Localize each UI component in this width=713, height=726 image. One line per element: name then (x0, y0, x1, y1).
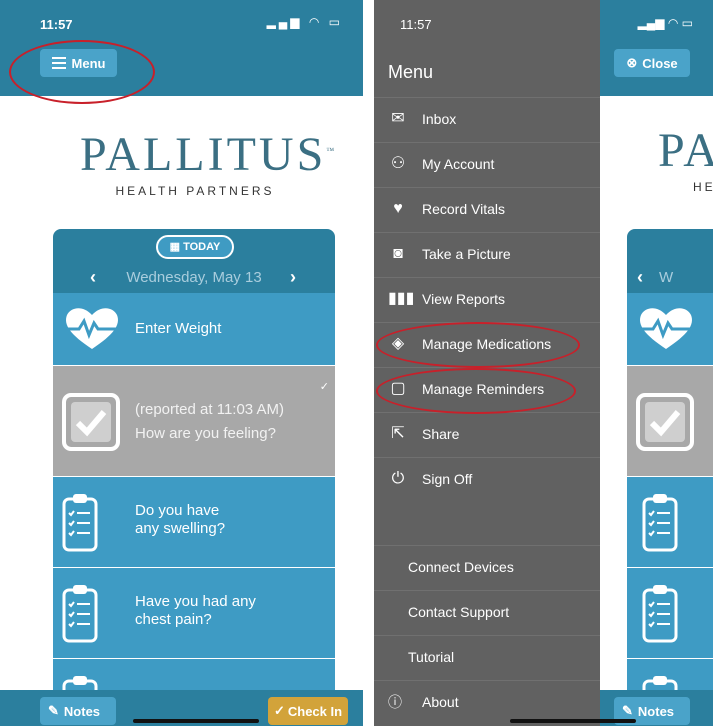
envelope-icon: ✉ (391, 110, 405, 127)
clipboard-icon (642, 494, 678, 552)
menu-item-label: Inbox (422, 111, 457, 127)
home-indicator (510, 719, 636, 723)
clipboard-icon (62, 494, 98, 552)
menu-item-label: Tutorial (408, 649, 455, 665)
peek-row-partial[interactable] (627, 659, 713, 690)
menu-item-sign-off[interactable]: ⏻ Sign Off (374, 457, 600, 502)
annotation-circle-menu (9, 40, 155, 104)
logo-name: PALLITUS™ (80, 128, 338, 181)
status-time: 11:57 (400, 17, 432, 32)
menu-item-take-picture[interactable]: ◙ Take a Picture (374, 232, 600, 277)
menu-item-contact-support[interactable]: Contact Support (374, 590, 600, 635)
main-screen-peek: ▂▄▆ ◠ ▭ ⊗ Close PA HE ‹ W ✎ Notes (600, 0, 713, 726)
task-row-swelling[interactable]: Do you have any swelling? (53, 477, 335, 568)
clipboard-icon (642, 585, 678, 643)
menu-item-share[interactable]: ⇱ Share (374, 412, 600, 457)
close-button[interactable]: ⊗ Close (614, 49, 690, 77)
drawer-title: Menu (388, 62, 434, 82)
task-label-line2: chest pain? (135, 611, 212, 628)
peek-logo-sub: HE (693, 180, 713, 194)
edit-icon: ✎ (48, 703, 59, 718)
menu-item-label: View Reports (422, 291, 506, 307)
next-day-arrow[interactable]: › (290, 267, 296, 288)
clipboard-icon (62, 585, 98, 643)
close-button-label: Close (642, 55, 678, 71)
clipboard-icon (642, 676, 678, 690)
menu-item-tutorial[interactable]: Tutorial (374, 635, 600, 680)
user-icon: ⚇ (390, 155, 406, 172)
status-bar: 11:57 ▂▄▆ ◠ ▭ (0, 0, 363, 44)
menu-item-label: Contact Support (408, 604, 510, 620)
done-check-icon: ✓ (319, 381, 329, 393)
menu-item-label: Sign Off (422, 471, 473, 487)
prev-day-arrow[interactable]: ‹ (637, 267, 643, 288)
camera-icon: ◙ (393, 245, 403, 262)
daily-checkin-card: ▦ TODAY ‹ Wednesday, May 13 › Enter Weig… (53, 229, 335, 726)
notes-button-label: Notes (63, 703, 101, 719)
menu-item-label: Take a Picture (422, 246, 511, 262)
checkbox-icon (636, 393, 694, 451)
heart-pulse-icon (66, 308, 118, 349)
peek-row-feeling[interactable] (627, 366, 713, 477)
edit-icon: ✎ (622, 703, 633, 718)
menu-item-label: Connect Devices (408, 559, 514, 575)
menu-item-label: My Account (422, 156, 495, 172)
menu-item-connect-devices[interactable]: Connect Devices (374, 545, 600, 590)
power-icon: ⏻ (391, 470, 405, 487)
side-menu-drawer: 11:57 Menu ✉ Inbox ⚇ My Account ♥ Record… (374, 0, 600, 726)
notes-button[interactable]: ✎ Notes (40, 697, 116, 725)
heart-pulse-icon: ♥ (393, 200, 403, 217)
status-time: 11:57 (40, 17, 73, 32)
task-label-line2: any swelling? (135, 520, 226, 537)
heart-pulse-icon (640, 308, 692, 349)
checkmark-icon: ✓ (273, 703, 285, 718)
peek-top-bar: ▂▄▆ ◠ ▭ ⊗ Close (600, 0, 713, 96)
peek-logo: PA (658, 124, 713, 177)
peek-row-weight[interactable] (627, 293, 713, 366)
menu-item-label: Share (422, 426, 460, 442)
menu-item-view-reports[interactable]: ▮▮▮ View Reports (374, 277, 600, 322)
annotation-circle-medications (376, 322, 580, 368)
peek-row-chest-pain[interactable] (627, 568, 713, 659)
task-label-line1: Do you have (135, 502, 220, 519)
menu-open-screen: 11:57 Menu ✉ Inbox ⚇ My Account ♥ Record… (374, 0, 713, 726)
today-button[interactable]: ▦ TODAY (156, 235, 234, 259)
task-label-line1: Have you had any (135, 593, 256, 610)
card-header: ▦ TODAY ‹ Wednesday, May 13 › (53, 229, 335, 293)
checkbox-icon (62, 393, 120, 451)
status-icons: ▂▄▆ ◠ ▭ (637, 16, 693, 30)
pallitus-logo: PALLITUS™ HEALTH PARTNERS (80, 126, 338, 199)
menu-item-record-vitals[interactable]: ♥ Record Vitals (374, 187, 600, 232)
bar-chart-icon: ▮▮▮ (388, 290, 415, 307)
close-icon: ⊗ (626, 55, 638, 70)
task-label: How are you feeling? (135, 425, 276, 442)
peek-date: W (659, 269, 674, 286)
task-row-weight[interactable]: Enter Weight (53, 293, 335, 366)
home-indicator (133, 719, 259, 723)
logo-subtitle: HEALTH PARTNERS (115, 184, 275, 198)
check-in-button[interactable]: ✓ Check In (268, 697, 348, 725)
annotation-circle-reminders (376, 368, 576, 414)
notes-button-label: Notes (637, 703, 675, 719)
task-label: Enter Weight (135, 320, 222, 337)
menu-item-inbox[interactable]: ✉ Inbox (374, 97, 600, 142)
menu-item-my-account[interactable]: ⚇ My Account (374, 142, 600, 187)
peek-card: ‹ W (627, 229, 713, 690)
status-icons: ▂▄▆ ◠ ▭ (266, 15, 343, 29)
share-icon: ⇱ (391, 425, 405, 442)
check-in-label: Check In (287, 703, 343, 719)
task-row-feeling[interactable]: ✓ (reported at 11:03 AM) How are you fee… (53, 366, 335, 477)
menu-item-label: About (422, 694, 459, 710)
menu-item-label: Record Vitals (422, 201, 506, 217)
task-row-chest-pain[interactable]: Have you had any chest pain? (53, 568, 335, 659)
task-status: (reported at 11:03 AM) (135, 401, 284, 418)
info-icon: ⓘ (388, 694, 402, 710)
home-screen: 11:57 ▂▄▆ ◠ ▭ Menu PALLITUS™ HEALTH PART… (0, 0, 363, 726)
peek-row-swelling[interactable] (627, 477, 713, 568)
